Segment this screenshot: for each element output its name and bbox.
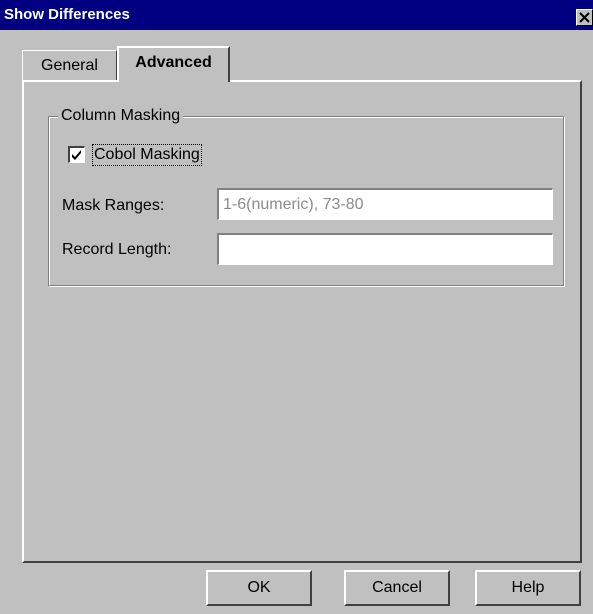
cobol-masking-checkbox[interactable] — [68, 146, 85, 163]
advanced-tab-panel: Column Masking Cobol Masking Mask Ranges… — [22, 80, 582, 563]
show-differences-dialog: Show Differences General Advanced Column… — [0, 0, 593, 614]
cancel-button[interactable]: Cancel — [344, 570, 450, 606]
close-button[interactable] — [576, 9, 593, 26]
column-masking-group-label: Column Masking — [58, 107, 184, 125]
record-length-label: Record Length: — [62, 241, 172, 258]
mask-ranges-label: Mask Ranges: — [62, 197, 165, 214]
window-title: Show Differences — [4, 6, 130, 23]
record-length-field[interactable] — [217, 233, 553, 265]
help-button[interactable]: Help — [475, 570, 581, 606]
checkmark-icon — [72, 150, 81, 160]
title-bar[interactable]: Show Differences — [0, 0, 593, 30]
close-icon — [579, 12, 590, 23]
ok-button[interactable]: OK — [206, 570, 312, 606]
tab-general[interactable]: General — [22, 50, 117, 80]
cobol-masking-label[interactable]: Cobol Masking — [92, 144, 202, 166]
tab-advanced[interactable]: Advanced — [117, 46, 230, 82]
mask-ranges-field[interactable] — [217, 188, 553, 220]
